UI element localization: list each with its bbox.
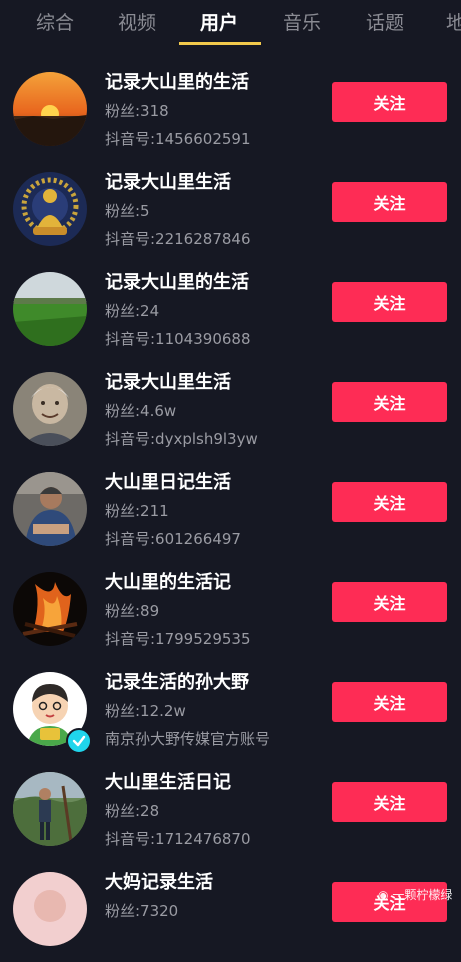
watermark: ◉ 一颗柠檬绿 xyxy=(378,886,452,903)
account-description: 南京孙大野传媒官方账号 xyxy=(105,730,271,748)
man-avatar[interactable] xyxy=(13,472,87,546)
verified-badge-icon xyxy=(66,728,92,754)
follower-count: 粉丝:5 xyxy=(105,202,150,220)
follower-count: 粉丝:4.6w xyxy=(105,402,177,420)
user-name: 记录大山里的生活 xyxy=(105,272,249,293)
follow-button[interactable]: 关注 xyxy=(332,282,447,322)
follow-button[interactable]: 关注 xyxy=(332,682,447,722)
user-name: 大山里日记生活 xyxy=(105,472,231,493)
follow-button[interactable]: 关注 xyxy=(332,82,447,122)
user-row[interactable]: 记录大山里的生活 粉丝:318 抖音号:1456602591 关注 xyxy=(0,62,461,162)
user-row[interactable]: 大妈记录生活 粉丝:7320 关注 xyxy=(0,862,461,962)
user-name: 记录大山里生活 xyxy=(105,372,231,393)
follow-button[interactable]: 关注 xyxy=(332,382,447,422)
user-row[interactable]: 大山里生活日记 粉丝:28 抖音号:1712476870 关注 xyxy=(0,762,461,862)
douyin-id: 抖音号:2216287846 xyxy=(105,230,251,248)
user-row[interactable]: 记录生活的孙大野 粉丝:12.2w 南京孙大野传媒官方账号 关注 xyxy=(0,662,461,762)
tab-users[interactable]: 用户 xyxy=(200,8,238,35)
hiker-avatar[interactable] xyxy=(13,772,87,846)
buddha-avatar[interactable] xyxy=(13,172,87,246)
tab-topics[interactable]: 话题 xyxy=(366,8,404,35)
tab-bar: 综合 视频 用户 音乐 话题 地 xyxy=(0,0,461,45)
field-avatar[interactable] xyxy=(13,272,87,346)
user-name: 记录大山里生活 xyxy=(105,172,231,193)
douyin-id: 抖音号:1456602591 xyxy=(105,130,251,148)
follow-button[interactable]: 关注 xyxy=(332,482,447,522)
user-row[interactable]: 大山里的生活记 粉丝:89 抖音号:1799529535 关注 xyxy=(0,562,461,662)
user-name: 大妈记录生活 xyxy=(105,872,213,893)
follow-button[interactable]: 关注 xyxy=(332,182,447,222)
follower-count: 粉丝:28 xyxy=(105,802,160,820)
sunset-avatar[interactable] xyxy=(13,72,87,146)
follower-count: 粉丝:211 xyxy=(105,502,169,520)
user-row[interactable]: 记录大山里生活 粉丝:4.6w 抖音号:dyxplsh9l3yw 关注 xyxy=(0,362,461,462)
user-name: 记录大山里的生活 xyxy=(105,72,249,93)
active-tab-indicator xyxy=(179,42,261,45)
follow-button[interactable]: 关注 xyxy=(332,782,447,822)
elder-avatar[interactable] xyxy=(13,372,87,446)
pink-avatar[interactable] xyxy=(13,872,87,946)
user-name: 记录生活的孙大野 xyxy=(105,672,249,693)
watermark-icon: ◉ xyxy=(378,888,389,902)
tab-general[interactable]: 综合 xyxy=(36,8,74,35)
user-name: 大山里的生活记 xyxy=(105,572,231,593)
douyin-id: 抖音号:dyxplsh9l3yw xyxy=(105,430,258,448)
douyin-id: 抖音号:1104390688 xyxy=(105,330,251,348)
douyin-id: 抖音号:601266497 xyxy=(105,530,241,548)
douyin-id: 抖音号:1799529535 xyxy=(105,630,251,648)
user-row[interactable]: 记录大山里的生活 粉丝:24 抖音号:1104390688 关注 xyxy=(0,262,461,362)
follow-button[interactable]: 关注 xyxy=(332,582,447,622)
user-name: 大山里生活日记 xyxy=(105,772,231,793)
follower-count: 粉丝:12.2w xyxy=(105,702,186,720)
douyin-id: 抖音号:1712476870 xyxy=(105,830,251,848)
tab-location[interactable]: 地 xyxy=(446,8,461,35)
tab-music[interactable]: 音乐 xyxy=(283,8,321,35)
follower-count: 粉丝:24 xyxy=(105,302,160,320)
follower-count: 粉丝:318 xyxy=(105,102,169,120)
tab-videos[interactable]: 视频 xyxy=(118,8,156,35)
watermark-text: 一颗柠檬绿 xyxy=(392,888,453,902)
fire-avatar[interactable] xyxy=(13,572,87,646)
follower-count: 粉丝:89 xyxy=(105,602,160,620)
user-row[interactable]: 大山里日记生活 粉丝:211 抖音号:601266497 关注 xyxy=(0,462,461,562)
user-row[interactable]: 记录大山里生活 粉丝:5 抖音号:2216287846 关注 xyxy=(0,162,461,262)
